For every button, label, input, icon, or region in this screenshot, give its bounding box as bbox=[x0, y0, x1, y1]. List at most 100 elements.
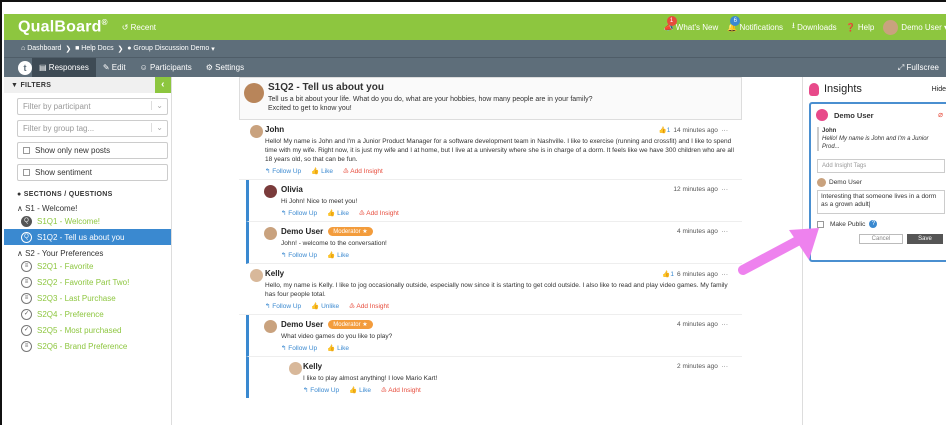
question-s2q3[interactable]: ≡ S2Q3 - Last Purchase bbox=[4, 290, 171, 306]
insight-note-textarea[interactable]: Interesting that someone lives in a dorm… bbox=[817, 190, 945, 214]
more-menu-icon[interactable]: ··· bbox=[722, 127, 729, 134]
like-button[interactable]: 👍 Like bbox=[327, 345, 354, 352]
folder-icon: ■ bbox=[75, 45, 80, 52]
more-menu-icon[interactable]: ··· bbox=[722, 228, 729, 235]
avatar bbox=[883, 19, 899, 35]
question-s1q2[interactable]: Q S1Q2 - Tell us about you bbox=[4, 229, 171, 245]
add-insight-button[interactable]: ♳ Add Insight bbox=[359, 210, 404, 217]
question-s2q2[interactable]: ≡ S2Q2 - Favorite Part Two! bbox=[4, 274, 171, 290]
checkbox[interactable] bbox=[23, 169, 30, 176]
question-s2q6[interactable]: ≡ S2Q6 - Brand Preference bbox=[4, 338, 171, 354]
chat-icon: ● bbox=[17, 191, 22, 198]
post-author: Demo User Moderator ★ bbox=[281, 320, 734, 329]
help-link[interactable]: ❓ Help bbox=[846, 23, 875, 32]
group-tag-filter[interactable]: Filter by group tag... ⌄ bbox=[17, 120, 168, 137]
chevron-down-icon: ⌄ bbox=[151, 123, 163, 132]
collapse-sidebar-button[interactable]: ‹ bbox=[155, 77, 171, 93]
avatar bbox=[264, 320, 277, 333]
downloads-link[interactable]: ⭳ Downloads bbox=[792, 20, 837, 34]
participant-filter[interactable]: Filter by participant ⌄ bbox=[17, 98, 168, 115]
section-s2[interactable]: ∧ S2 - Your Preferences bbox=[17, 249, 171, 258]
post-text: What video games do you like to play? bbox=[281, 333, 393, 340]
whats-new-link[interactable]: 📣 1 What's New bbox=[664, 15, 718, 32]
notifications-badge: 6 bbox=[730, 15, 741, 26]
section-s1[interactable]: ∧ S1 - Welcome! bbox=[17, 204, 171, 213]
left-sidebar: ▼ FILTERS ‹ Filter by participant ⌄ Filte… bbox=[4, 77, 172, 425]
hide-insights-button[interactable]: Hide bbox=[932, 86, 946, 93]
add-insight-button[interactable]: ♳ Add Insight bbox=[343, 168, 388, 175]
checkbox[interactable] bbox=[23, 147, 30, 154]
insight-card: Demo User ⌀ John Hello! My name is John a… bbox=[809, 102, 946, 262]
follow-up-button[interactable]: ↰ Follow Up bbox=[265, 168, 306, 175]
follow-up-button[interactable]: ↰ Follow Up bbox=[281, 210, 322, 217]
download-icon: ⭳ bbox=[792, 21, 795, 30]
question-circle-icon: ❓ bbox=[845, 22, 856, 32]
question-s1q1[interactable]: Q S1Q1 - Welcome! bbox=[4, 213, 171, 229]
post-author: Kelly bbox=[303, 362, 323, 371]
more-menu-icon[interactable]: ··· bbox=[722, 321, 729, 328]
question-s2q4[interactable]: ✓ S2Q4 - Preference bbox=[4, 306, 171, 322]
avatar bbox=[244, 83, 264, 103]
more-menu-icon[interactable]: ··· bbox=[722, 186, 729, 193]
more-menu-icon[interactable]: ··· bbox=[722, 363, 729, 370]
reply-kelly: Kelly 2 minutes ago ··· I like to play a… bbox=[246, 357, 742, 398]
only-new-posts-toggle[interactable]: Show only new posts bbox=[17, 142, 168, 159]
reply-demo-user-2: Demo User Moderator ★ 4 minutes ago ··· W… bbox=[246, 315, 742, 357]
expand-icon: ⤢ bbox=[897, 62, 905, 72]
unlike-button[interactable]: 👍 Unlike bbox=[311, 303, 344, 310]
whats-new-badge: 1 bbox=[666, 15, 677, 26]
tab-responses[interactable]: ▤ Responses bbox=[32, 57, 96, 78]
more-menu-icon[interactable]: ··· bbox=[722, 271, 729, 278]
like-button[interactable]: 👍 Like bbox=[311, 168, 338, 175]
insight-tags-input[interactable]: Add Insight Tags bbox=[817, 159, 945, 173]
tab-participants[interactable]: ☺ Participants bbox=[133, 58, 199, 78]
post-actions: ↰ Follow Up 👍 Like ♳ Add Insight bbox=[281, 209, 734, 217]
cancel-button[interactable]: Cancel bbox=[859, 234, 903, 244]
question-description: Tell us a bit about your life. What do y… bbox=[268, 96, 593, 112]
tab-settings[interactable]: ⚙ Settings bbox=[199, 58, 251, 78]
post-actions: ↰ Follow Up 👍 Unlike ♳ Add Insight bbox=[265, 302, 734, 310]
avatar bbox=[817, 178, 826, 187]
question-s2q1[interactable]: ≡ S2Q1 - Favorite bbox=[4, 258, 171, 274]
list-icon: ≡ bbox=[21, 340, 32, 352]
tab-edit[interactable]: ✎ Edit bbox=[96, 58, 133, 78]
fullscreen-button[interactable]: ⤢ Fullscree bbox=[891, 58, 946, 78]
breadcrumb-dashboard[interactable]: Dashboard bbox=[27, 45, 61, 52]
breadcrumb-help-docs[interactable]: Help Docs bbox=[81, 45, 113, 52]
follow-up-button[interactable]: ↰ Follow Up bbox=[281, 345, 322, 352]
add-insight-button[interactable]: ♳ Add Insight bbox=[381, 387, 426, 394]
follow-up-button[interactable]: ↰ Follow Up bbox=[281, 252, 322, 259]
sidebar-toggle-icon[interactable]: t bbox=[18, 60, 32, 75]
app-window: QualBoard® ↺ Recent 📣 1 What's New 🔔 6 Not… bbox=[0, 0, 946, 425]
avatar bbox=[289, 362, 302, 375]
annotation-arrow-icon bbox=[738, 228, 819, 275]
check-circle-icon: ✓ bbox=[21, 324, 32, 336]
post-kelly: Kelly 👍1 6 minutes ago ··· Hello, my name… bbox=[239, 264, 742, 315]
make-public-toggle[interactable]: Make Public? bbox=[817, 220, 946, 228]
post-text: Hello, my name is Kelly. I like to jog o… bbox=[265, 282, 728, 298]
help-icon[interactable]: ? bbox=[869, 220, 878, 228]
question-s2q5[interactable]: ✓ S2Q5 - Most purchased bbox=[4, 322, 171, 338]
reply-olivia: Olivia 12 minutes ago ··· Hi John! Nice … bbox=[246, 180, 742, 222]
follow-up-button[interactable]: ↰ Follow Up bbox=[303, 387, 344, 394]
breadcrumb-group[interactable]: Group Discussion Demo bbox=[133, 45, 209, 52]
like-button[interactable]: 👍 Like bbox=[349, 387, 376, 394]
chat-bubble-icon: ≡ bbox=[21, 260, 32, 272]
post-meta: 4 minutes ago ··· bbox=[677, 321, 728, 328]
hidden-eye-icon[interactable]: ⌀ bbox=[938, 110, 943, 119]
follow-up-button[interactable]: ↰ Follow Up bbox=[265, 303, 306, 310]
filters-header: ▼ FILTERS ‹ bbox=[4, 77, 171, 93]
notifications-link[interactable]: 🔔 6 Notifications bbox=[727, 15, 783, 32]
like-button[interactable]: 👍 Like bbox=[327, 252, 354, 259]
thumbs-up-icon: 👍1 bbox=[662, 271, 675, 278]
lightbulb-icon bbox=[809, 82, 819, 96]
list-icon: ▤ bbox=[39, 63, 47, 72]
post-meta: 4 minutes ago ··· bbox=[677, 228, 728, 235]
recent-link[interactable]: ↺ Recent bbox=[122, 23, 156, 32]
save-button[interactable]: Save bbox=[907, 234, 943, 244]
add-insight-button[interactable]: ♳ Add Insight bbox=[349, 303, 394, 310]
sentiment-toggle[interactable]: Show sentiment bbox=[17, 164, 168, 181]
like-button[interactable]: 👍 Like bbox=[327, 210, 354, 217]
user-menu[interactable]: Demo User ▾ bbox=[883, 19, 946, 35]
app-logo[interactable]: QualBoard® bbox=[18, 18, 108, 36]
